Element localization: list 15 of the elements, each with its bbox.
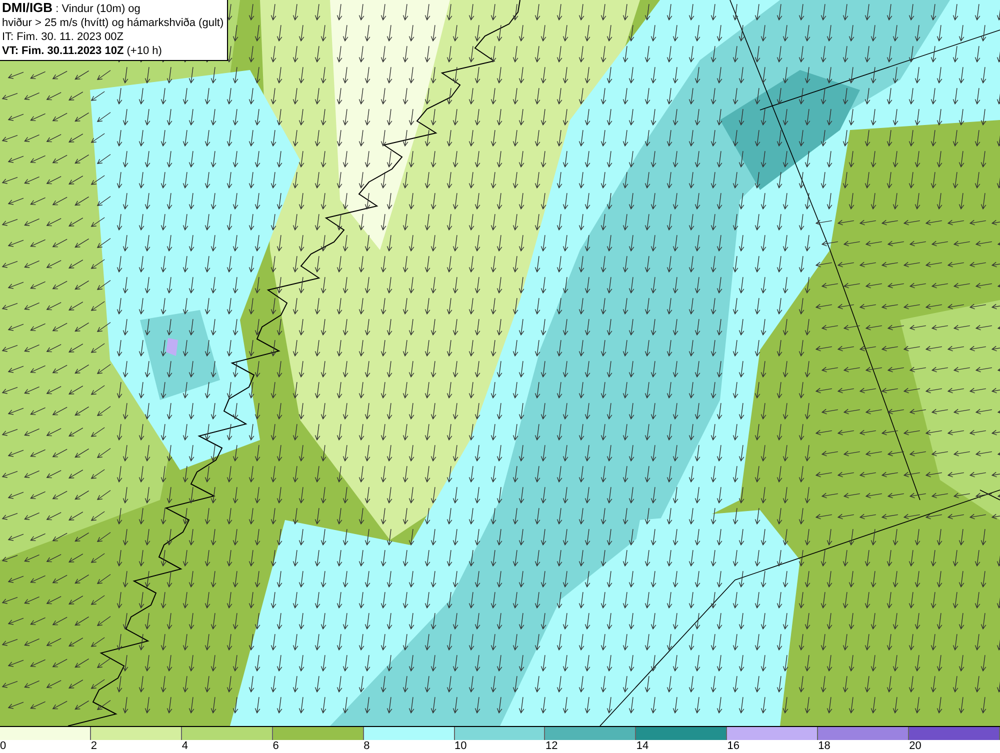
title-text: IT: Fim. 30. 11. 2023 00Z xyxy=(2,30,124,44)
legend-tick-label: 6 xyxy=(272,740,279,753)
legend-tick-label: 0 xyxy=(0,740,6,753)
legend-tick-label: 8 xyxy=(364,740,370,753)
legend-tick-label: 18 xyxy=(818,740,830,753)
title-text: hviður > 25 m/s (hvítt) og hámarkshviða (gult) xyxy=(2,16,224,30)
legend-tick-label: 14 xyxy=(636,740,649,753)
legend-tick-label: 12 xyxy=(545,740,558,753)
title-text: DMI/IGB : Vindur (10m) og xyxy=(2,1,142,16)
legend-tick-label: 20 xyxy=(909,740,922,753)
legend-tick-label: 4 xyxy=(182,740,188,753)
legend-tick-label: 2 xyxy=(90,740,98,753)
legend-tick-label: 16 xyxy=(727,740,740,753)
legend-tick-label: 10 xyxy=(454,740,467,753)
title-text: VT: Fim. 30.11.2023 10Z (+10 h) xyxy=(2,44,163,58)
